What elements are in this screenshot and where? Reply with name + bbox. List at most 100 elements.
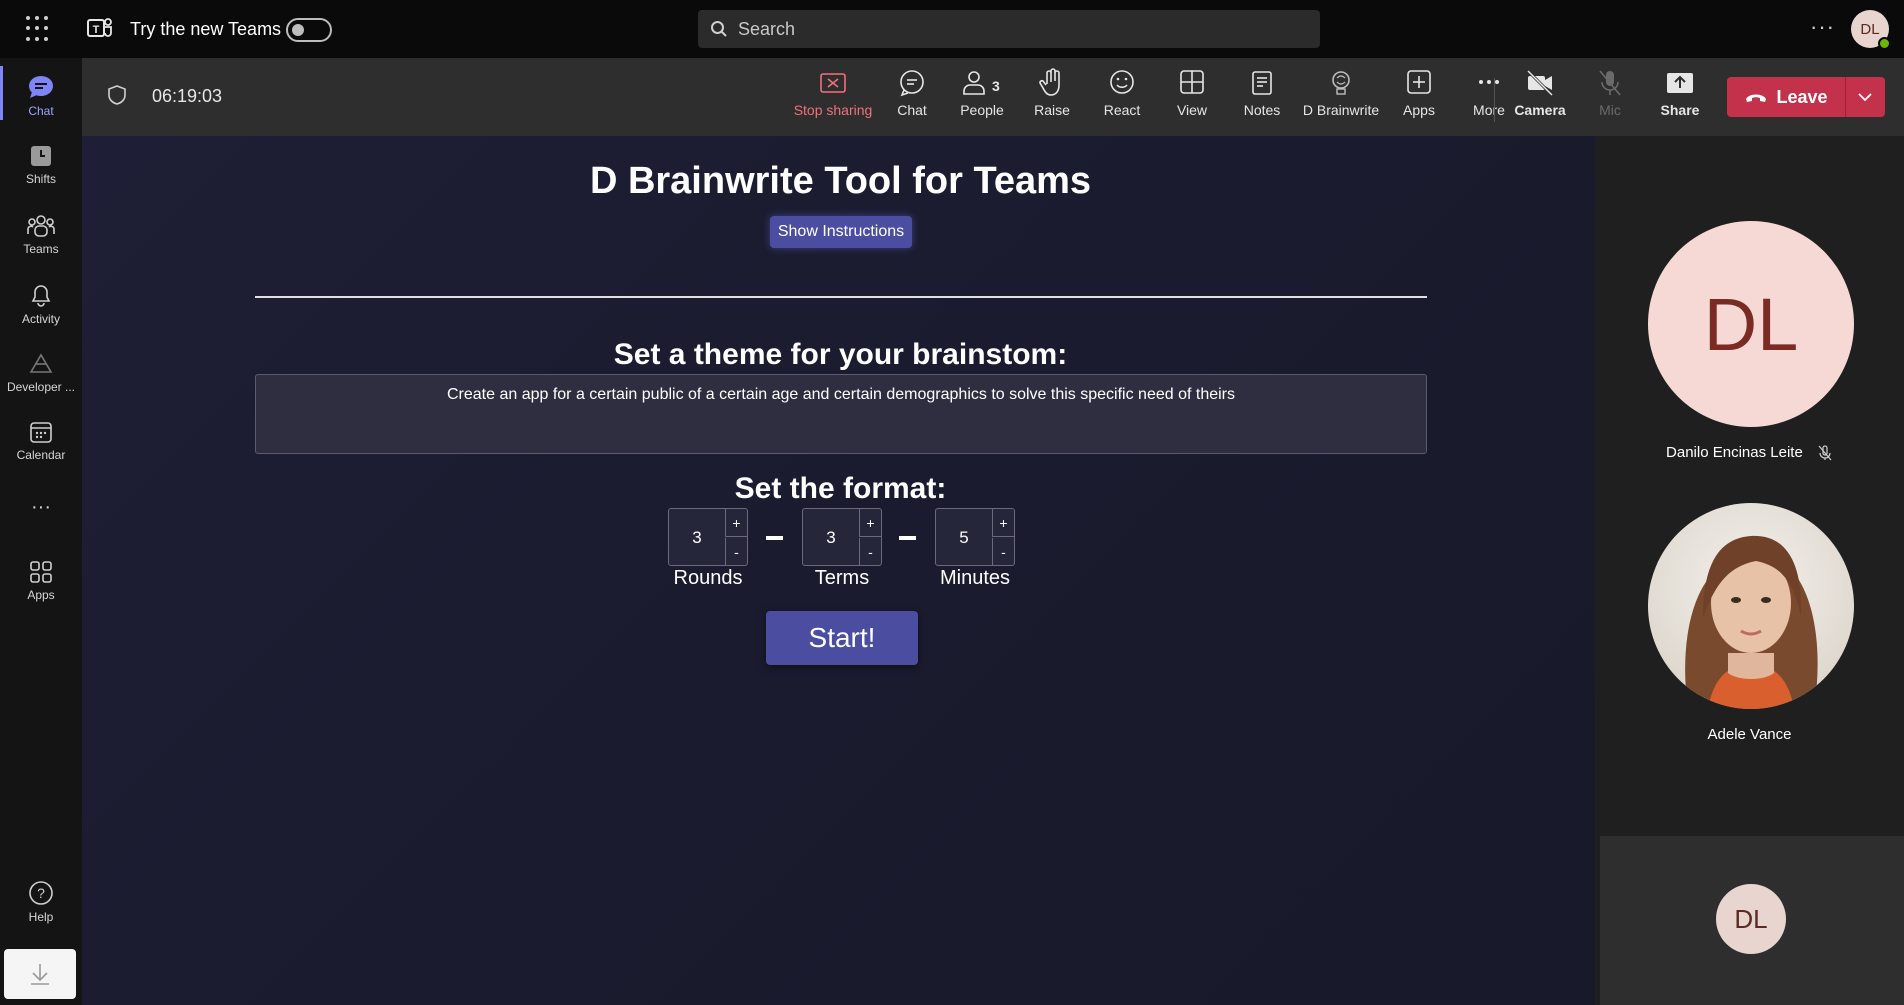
raise-hand-button[interactable]: Raise <box>1012 68 1092 118</box>
leave-options-button[interactable] <box>1846 77 1884 117</box>
terms-value[interactable]: 3 <box>803 509 859 567</box>
mic-muted-icon <box>1818 445 1832 461</box>
teams-icon <box>27 215 55 237</box>
minutes-increment-button[interactable]: + <box>992 509 1014 537</box>
self-avatar: DL <box>1716 884 1786 954</box>
chat-icon <box>29 76 53 98</box>
leave-button[interactable]: Leave <box>1727 77 1845 117</box>
theme-heading: Set a theme for your brainstom: <box>613 338 1068 371</box>
view-grid-icon <box>1180 70 1204 94</box>
participant-avatar[interactable]: DL <box>1648 221 1854 427</box>
camera-off-icon <box>1526 69 1554 97</box>
shield-icon <box>108 85 126 105</box>
rail-item-apps[interactable]: Apps <box>0 560 82 602</box>
participant-name: Adele Vance <box>1707 726 1792 743</box>
app-launcher-icon[interactable] <box>26 16 52 42</box>
rail-item-teams[interactable]: Teams <box>0 214 82 256</box>
separator-dash <box>899 536 916 540</box>
people-button[interactable]: People <box>942 68 1022 118</box>
user-initials: DL <box>1860 20 1880 38</box>
stop-sharing-button[interactable]: Stop sharing <box>793 68 873 118</box>
calendar-icon <box>30 422 52 443</box>
shifts-icon <box>31 146 51 166</box>
presence-available-icon <box>1878 37 1891 50</box>
rail-item-activity[interactable]: Activity <box>0 284 82 326</box>
developer-icon <box>29 353 53 373</box>
minutes-label: Minutes <box>939 567 1011 589</box>
mic-button[interactable]: Mic <box>1570 68 1650 118</box>
view-button[interactable]: View <box>1152 68 1232 118</box>
stop-sharing-icon <box>820 73 846 93</box>
shared-app-stage: D Brainwrite Tool for Teams Show Instruc… <box>82 136 1595 1005</box>
show-instructions-button[interactable]: Show Instructions <box>770 216 912 248</box>
terms-decrement-button[interactable]: - <box>859 538 881 566</box>
terms-stepper[interactable]: 3 + - <box>802 508 882 566</box>
participant-portrait-image <box>1648 503 1854 709</box>
meeting-toolbar: 06:19:03 Stop sharing Chat People 3 Rais… <box>82 58 1904 136</box>
meeting-timer: 06:19:03 <box>152 86 223 106</box>
share-button[interactable]: Share <box>1640 68 1720 118</box>
terms-increment-button[interactable]: + <box>859 509 881 537</box>
self-video-tile[interactable]: DL <box>1600 836 1904 1005</box>
rounds-value[interactable]: 3 <box>669 509 725 567</box>
left-rail: Chat Shifts Teams Activity Developer ...… <box>0 58 82 1005</box>
start-button[interactable]: Start! <box>766 611 918 665</box>
brainwrite-app-icon <box>1332 71 1350 95</box>
rounds-increment-button[interactable]: + <box>725 509 747 537</box>
share-screen-icon <box>1667 73 1693 93</box>
svg-text:T: T <box>93 24 100 36</box>
search-input[interactable] <box>738 18 1298 40</box>
rail-item-chat[interactable]: Chat <box>0 66 82 120</box>
rounds-decrement-button[interactable]: - <box>725 538 747 566</box>
participant-photo[interactable] <box>1648 503 1854 709</box>
people-count: 3 <box>992 78 1000 94</box>
mic-off-icon <box>1599 70 1621 96</box>
terms-label: Terms <box>814 567 870 589</box>
rail-item-shifts[interactable]: Shifts <box>0 144 82 186</box>
new-teams-toggle[interactable] <box>286 18 332 42</box>
download-button[interactable] <box>4 949 76 999</box>
rail-more-icon[interactable]: ··· <box>0 496 82 519</box>
rounds-label: Rounds <box>673 567 743 589</box>
teams-logo-icon: T <box>87 18 112 37</box>
rounds-stepper[interactable]: 3 + - <box>668 508 748 566</box>
chat-button[interactable]: Chat <box>872 68 952 118</box>
chat-bubble-icon <box>900 70 924 97</box>
download-icon <box>31 964 49 985</box>
d-brainwrite-app-button[interactable]: D Brainwrite <box>1291 68 1391 118</box>
hang-up-icon <box>1746 94 1767 102</box>
apps-button[interactable]: Apps <box>1379 68 1459 118</box>
app-title: D Brainwrite Tool for Teams <box>589 160 1092 202</box>
minutes-value[interactable]: 5 <box>936 509 992 567</box>
notes-button[interactable]: Notes <box>1222 68 1302 118</box>
more-dots-icon <box>1479 80 1499 84</box>
minutes-stepper[interactable]: 5 + - <box>935 508 1015 566</box>
user-avatar[interactable]: DL <box>1851 10 1891 50</box>
rail-item-developer[interactable]: Developer ... <box>0 352 82 394</box>
chevron-down-icon <box>1858 93 1872 102</box>
minutes-decrement-button[interactable]: - <box>992 538 1014 566</box>
search-icon <box>711 21 727 37</box>
divider-line <box>255 296 1427 298</box>
participants-pane: DL Danilo Encinas Leite Adele Vance DL <box>1595 136 1904 1005</box>
rail-item-calendar[interactable]: Calendar <box>0 420 82 462</box>
theme-textarea[interactable]: Create an app for a certain public of a … <box>255 374 1427 454</box>
try-new-teams-label: Try the new Teams <box>130 19 282 39</box>
raise-hand-icon <box>1039 68 1060 96</box>
bell-icon <box>31 285 51 307</box>
rail-item-help[interactable]: ? Help <box>0 880 82 924</box>
help-icon: ? <box>29 881 53 905</box>
apps-icon <box>30 561 52 583</box>
svg-text:?: ? <box>37 885 45 901</box>
separator-dash <box>766 536 783 540</box>
top-bar: T Try the new Teams ··· DL <box>0 0 1904 58</box>
participant-name: Danilo Encinas Leite <box>1595 444 1904 461</box>
camera-button[interactable]: Camera <box>1500 68 1580 118</box>
react-button[interactable]: React <box>1082 68 1162 118</box>
search-box[interactable] <box>698 10 1320 48</box>
format-heading: Set the format: <box>734 472 947 505</box>
settings-more-icon[interactable]: ··· <box>1810 14 1835 40</box>
toolbar-divider <box>1494 78 1495 122</box>
leave-button-group: Leave <box>1727 77 1885 117</box>
smiley-icon <box>1110 70 1134 94</box>
